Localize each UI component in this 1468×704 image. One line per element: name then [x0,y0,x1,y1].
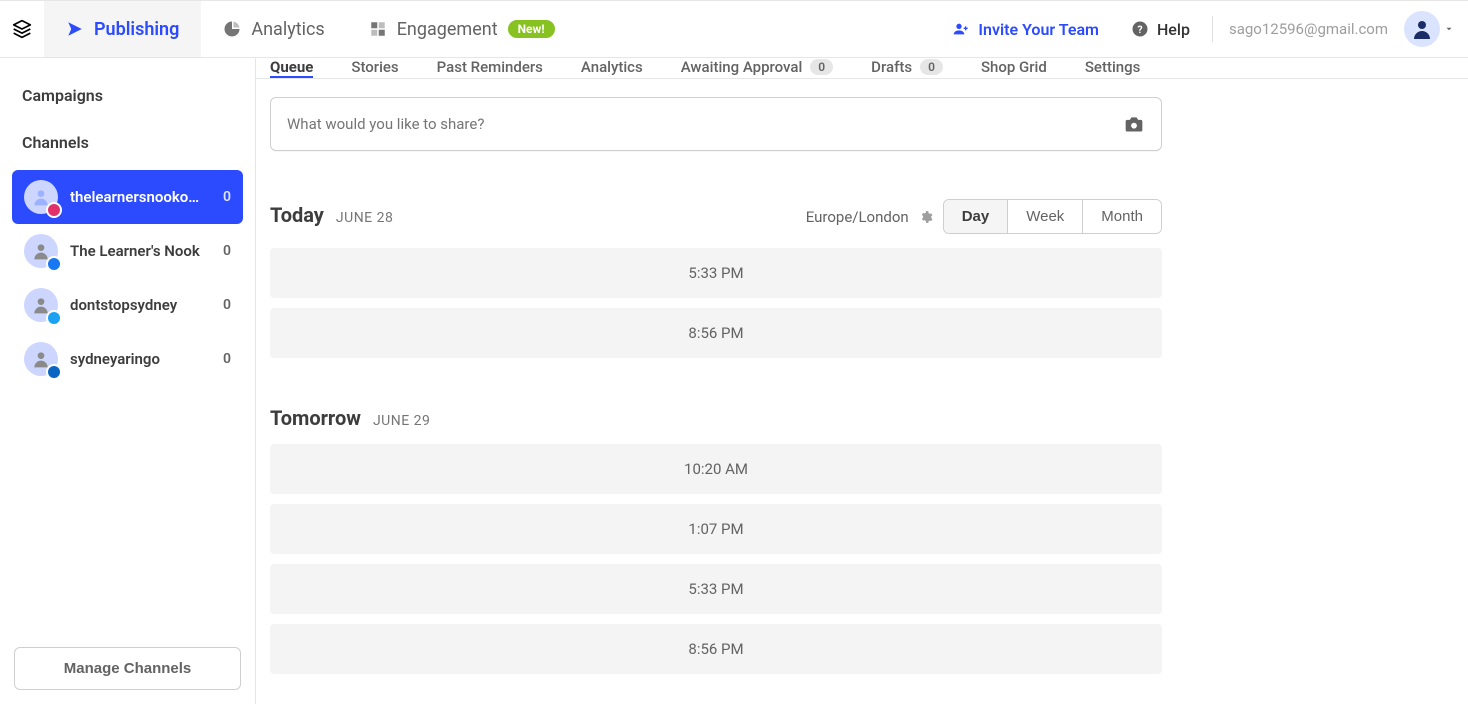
network-badge-icon [46,202,62,218]
day-date: JUNE 28 [336,210,393,226]
topbar: Publishing Analytics Engagement New! Inv… [0,0,1468,58]
new-badge: New! [508,20,555,38]
nav-tab-label: Engagement [397,19,498,40]
invite-team-label: Invite Your Team [978,20,1099,39]
subtab[interactable]: Queue [270,58,313,78]
network-badge-icon [46,310,62,326]
channel-avatar [24,342,58,376]
divider [1212,16,1213,42]
time-slot[interactable]: 8:56 PM [270,624,1162,674]
user-email: sago12596@gmail.com [1221,20,1396,38]
subtab-label: Stories [351,58,398,76]
sidebar-campaigns[interactable]: Campaigns [6,72,249,119]
channel-name: sydneyaringo [70,350,160,368]
time-slot[interactable]: 5:33 PM [270,564,1162,614]
time-slot[interactable]: 8:56 PM [270,308,1162,358]
day-date: JUNE 29 [373,413,430,429]
subtab[interactable]: Shop Grid [981,58,1047,78]
subtab-label: Analytics [581,58,643,76]
help-icon: ? [1131,20,1149,38]
time-slot[interactable]: 5:33 PM [270,248,1162,298]
channel-list: thelearnersnookoffici... 0 The Learner's… [6,166,249,386]
day-title: Tomorrow [270,406,361,430]
sidebar: Campaigns Channels thelearnersnookoffici… [0,58,256,704]
subtab[interactable]: Awaiting Approval 0 [681,58,833,78]
nav-tab-label: Publishing [94,19,179,40]
subtab[interactable]: Analytics [581,58,643,78]
range-toggle: DayWeekMonth [943,199,1162,234]
content: Queue Stories Past Reminders Analytics Await… [256,58,1468,704]
help-link[interactable]: ? Help [1117,20,1204,39]
subtabs: Queue Stories Past Reminders Analytics Await… [256,58,1468,79]
sidebar-channel-item[interactable]: thelearnersnookoffici... 0 [12,170,243,224]
camera-icon[interactable] [1123,114,1145,134]
channel-avatar [24,234,58,268]
subtab[interactable]: Drafts 0 [871,58,943,78]
subtab[interactable]: Settings [1085,58,1141,78]
avatar-icon [1404,11,1440,47]
channel-name: dontstopsydney [70,296,177,314]
subtab-label: Past Reminders [437,58,543,76]
channel-count: 0 [223,243,231,259]
range-button[interactable]: Day [944,200,1008,233]
range-button[interactable]: Month [1082,200,1161,233]
subtab-label: Drafts [871,58,912,76]
channel-name: The Learner's Nook [70,242,200,260]
timezone-label: Europe/London [806,208,909,226]
manage-channels-button[interactable]: Manage Channels [14,647,241,690]
help-label: Help [1157,20,1190,39]
sidebar-channel-item[interactable]: dontstopsydney 0 [12,278,243,332]
count-pill: 0 [920,59,943,75]
nav-tab-publishing[interactable]: Publishing [44,1,201,57]
sidebar-channel-item[interactable]: sydneyaringo 0 [12,332,243,386]
slot-list: 5:33 PM 8:56 PM [270,248,1162,358]
channel-count: 0 [223,297,231,313]
channel-count: 0 [223,351,231,367]
network-badge-icon [46,256,62,272]
subtab-label: Shop Grid [981,58,1047,76]
publishing-icon [66,20,84,38]
invite-team-link[interactable]: Invite Your Team [934,20,1117,39]
range-button[interactable]: Week [1007,200,1082,233]
subtab[interactable]: Past Reminders [437,58,543,78]
count-pill: 0 [810,59,833,75]
engagement-icon [369,20,387,38]
subtab-label: Awaiting Approval [681,58,803,76]
composer-placeholder: What would you like to share? [287,115,484,133]
svg-text:?: ? [1137,23,1142,36]
channel-name: thelearnersnookoffici... [70,188,200,206]
gear-icon[interactable] [919,210,933,224]
sidebar-channel-item[interactable]: The Learner's Nook 0 [12,224,243,278]
subtab-label: Queue [270,58,313,76]
slot-list: 10:20 AM 1:07 PM 5:33 PM 8:56 PM [270,444,1162,674]
day-header: Tomorrow JUNE 29 [270,406,1162,430]
nav-tab-engagement[interactable]: Engagement New! [347,1,577,57]
channel-avatar [24,180,58,214]
time-slot[interactable]: 1:07 PM [270,504,1162,554]
primary-nav: Publishing Analytics Engagement New! [44,1,577,57]
channel-count: 0 [223,189,231,205]
network-badge-icon [46,364,62,380]
sidebar-channels[interactable]: Channels [6,119,249,166]
people-icon [952,21,970,37]
day-title: Today [270,203,324,227]
brand-icon[interactable] [0,19,44,39]
subtab[interactable]: Stories [351,58,398,78]
analytics-icon [223,20,241,38]
chevron-down-icon [1444,24,1454,34]
time-slot[interactable]: 10:20 AM [270,444,1162,494]
nav-tab-label: Analytics [251,19,324,40]
channel-avatar [24,288,58,322]
account-menu[interactable] [1404,11,1454,47]
subtab-label: Settings [1085,58,1141,76]
day-header: Today JUNE 28 Europe/London DayWeekMonth [270,199,1162,234]
composer[interactable]: What would you like to share? [270,97,1162,151]
nav-tab-analytics[interactable]: Analytics [201,1,346,57]
